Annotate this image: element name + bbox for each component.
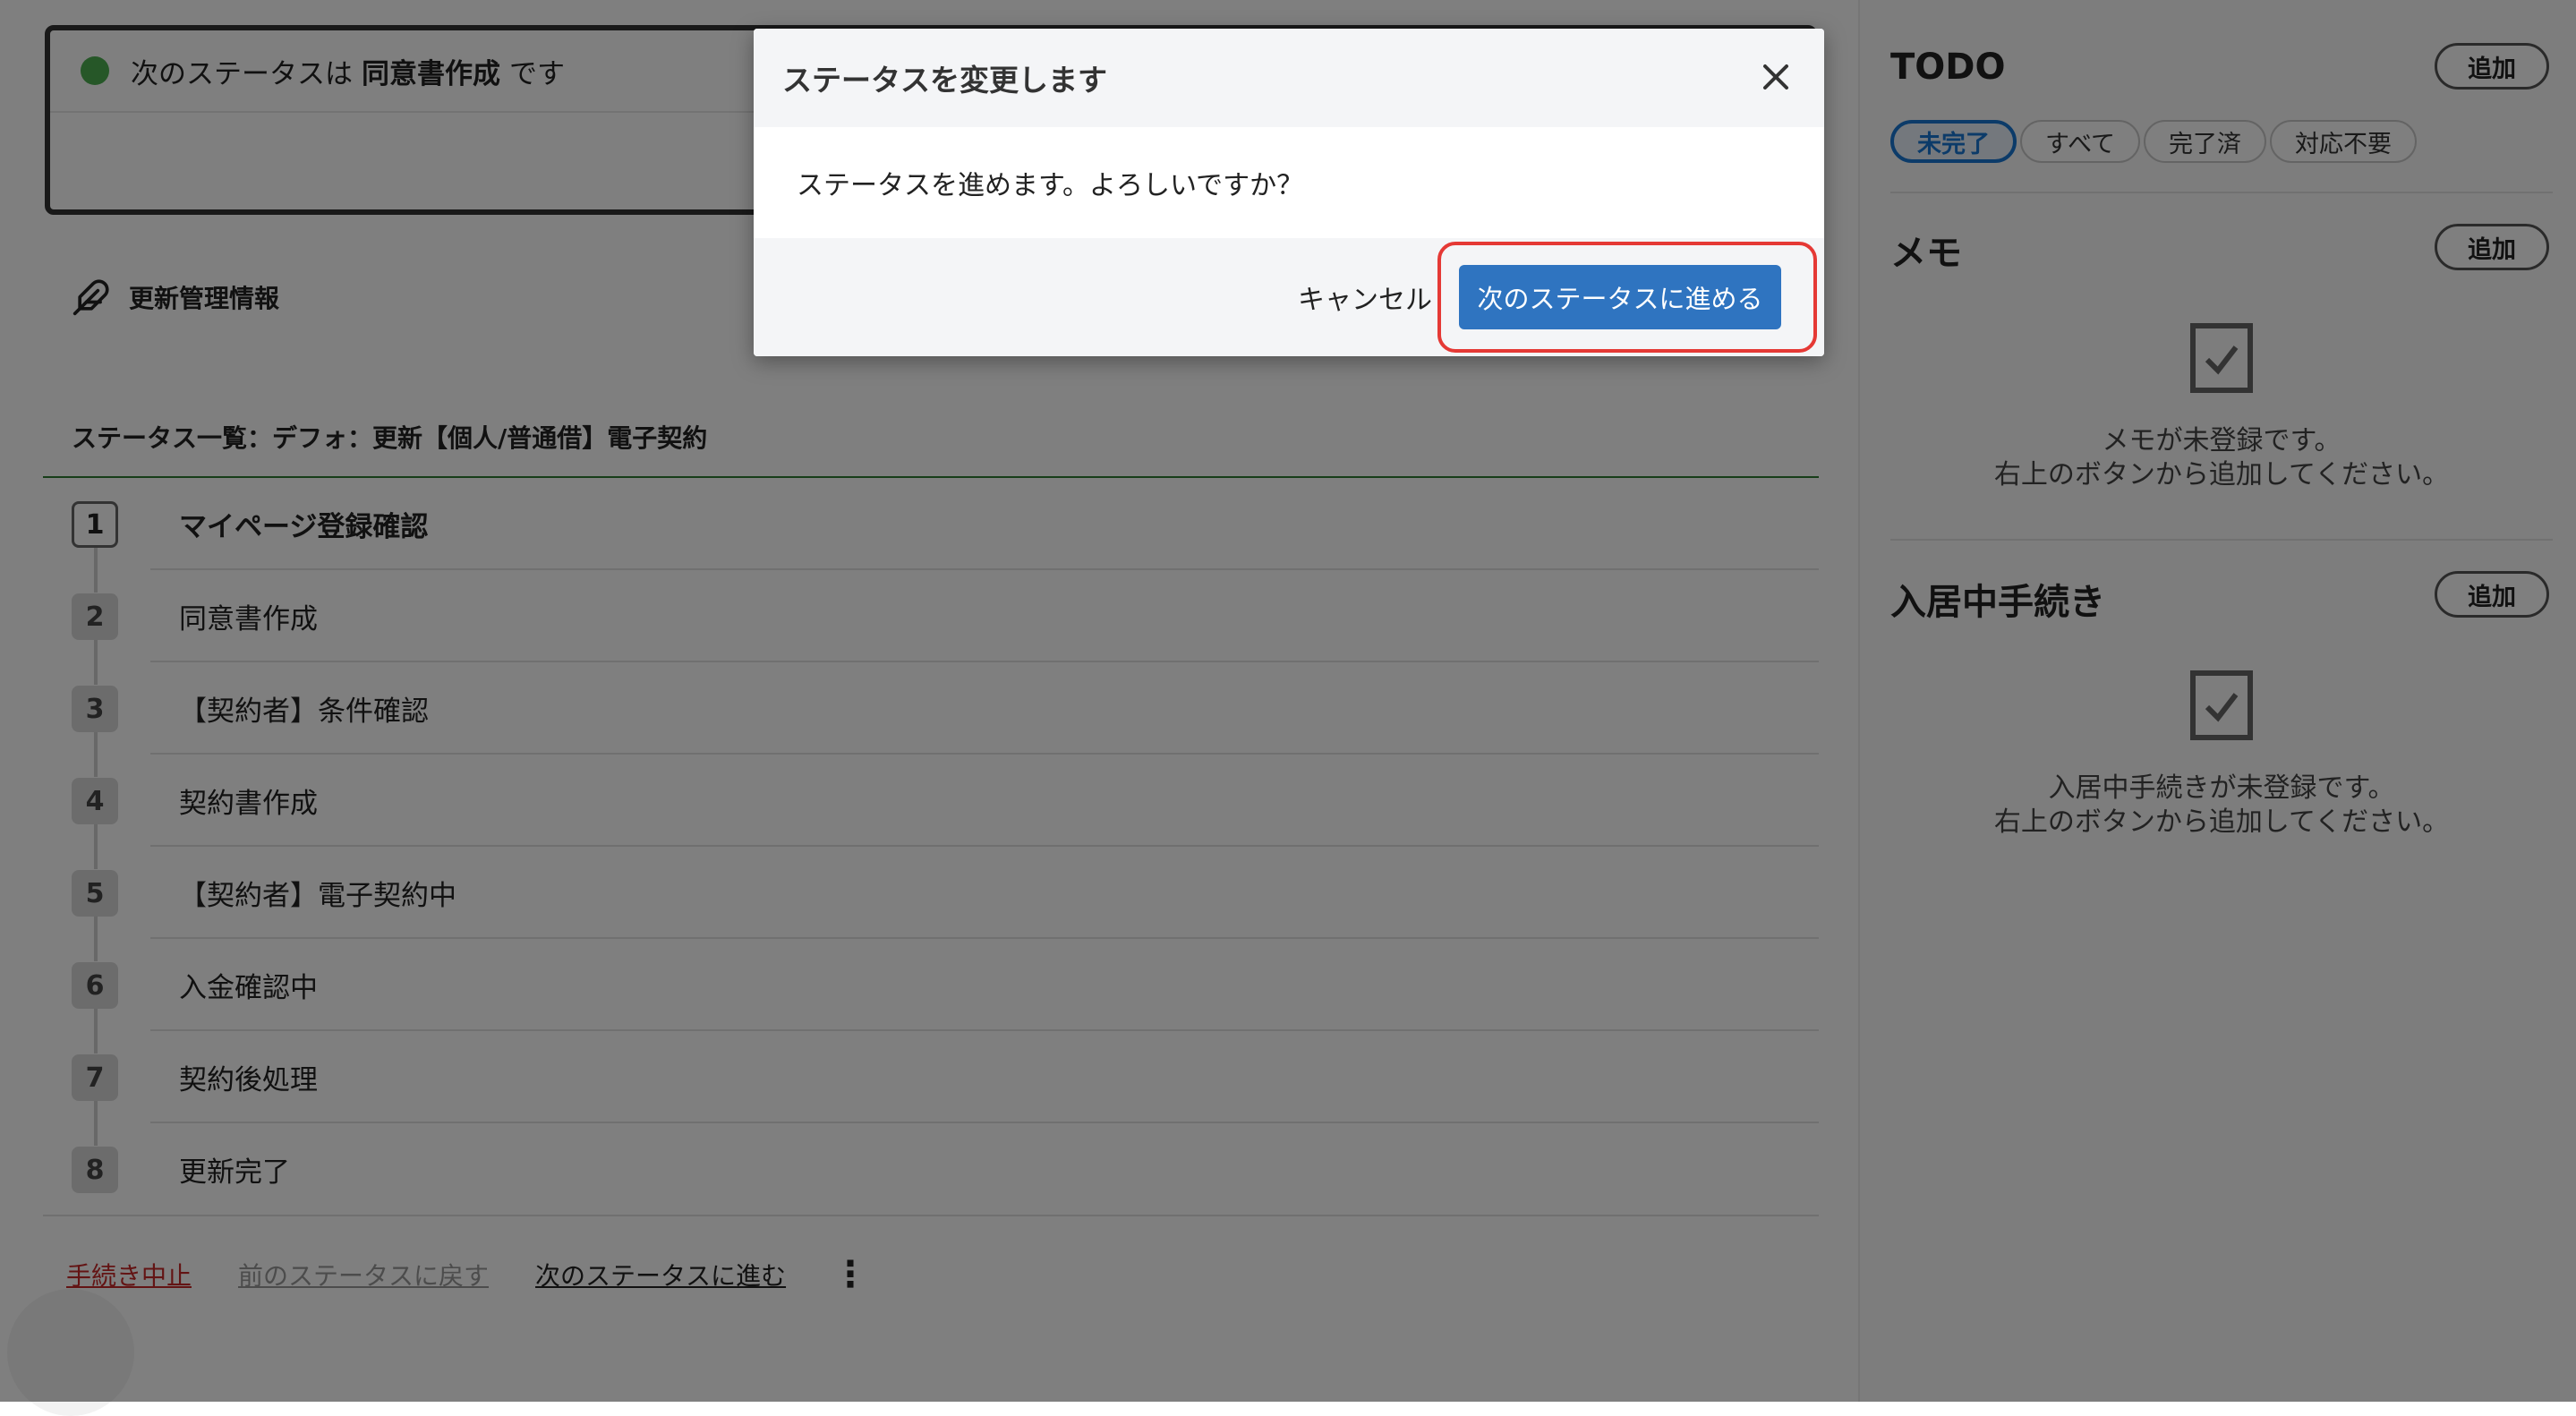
close-icon[interactable] xyxy=(1753,54,1799,100)
change-status-dialog: ステータスを変更します ステータスを進めます。よろしいですか？ キャンセル 次の… xyxy=(754,29,1824,356)
confirm-next-status-button[interactable]: 次のステータスに進める xyxy=(1459,265,1781,329)
cancel-button[interactable]: キャンセル xyxy=(1298,238,1432,356)
dialog-title: ステータスを変更します xyxy=(782,63,1107,98)
dialog-message: ステータスを進めます。よろしいですか？ xyxy=(797,170,1304,201)
